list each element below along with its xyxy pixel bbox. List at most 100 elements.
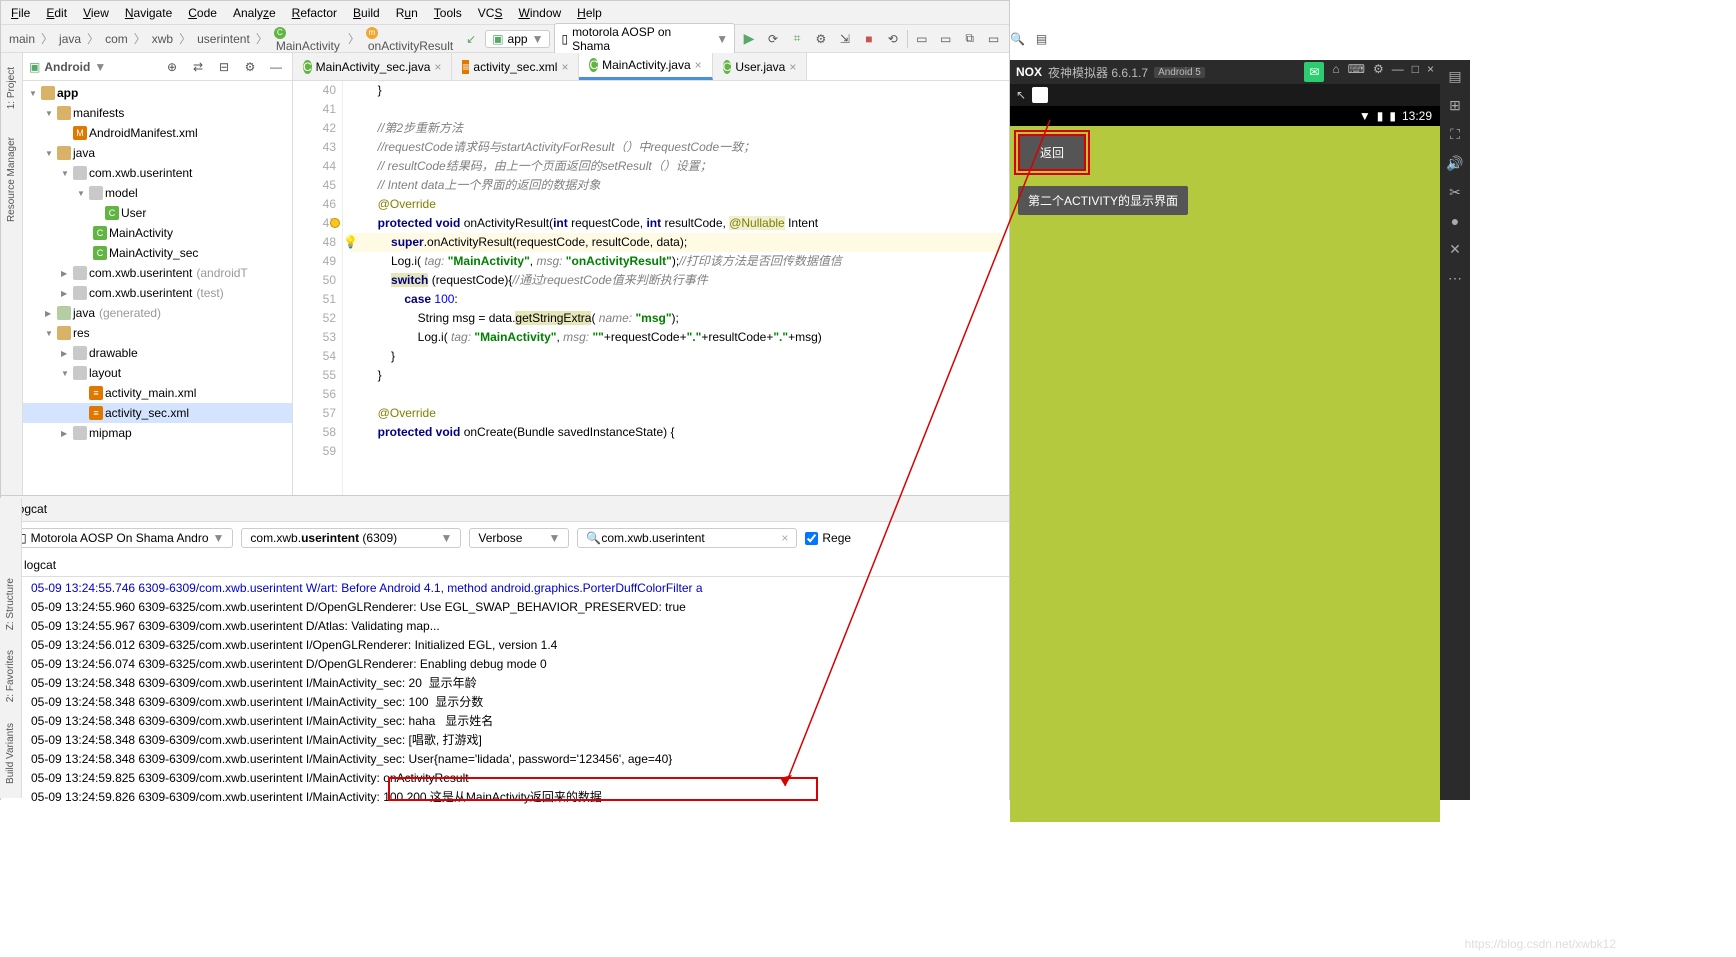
device-select[interactable]: ▯ motorola AOSP on Shama ▼: [554, 23, 735, 55]
tree-res[interactable]: ▼res: [23, 323, 292, 343]
tree-class-user[interactable]: CUser: [23, 203, 292, 223]
tree-app[interactable]: ▼app: [23, 83, 292, 103]
logcat-regex-checkbox[interactable]: Rege: [805, 531, 851, 545]
menu-file[interactable]: File: [7, 4, 34, 22]
make-button[interactable]: ↙: [461, 29, 481, 49]
tree-drawable[interactable]: ▶drawable: [23, 343, 292, 363]
run-button[interactable]: ▶: [739, 29, 759, 49]
settings-icon[interactable]: ⚙: [240, 57, 260, 77]
gutter[interactable]: 4041424344454647484950515253545556575859: [293, 81, 343, 495]
tool-structure[interactable]: Z: Structure: [5, 578, 16, 630]
bc-com[interactable]: com: [103, 32, 130, 46]
menu-view[interactable]: View: [79, 4, 113, 22]
menu-run[interactable]: Run: [392, 4, 422, 22]
bc-userintent[interactable]: userintent: [195, 32, 252, 46]
menu-help[interactable]: Help: [573, 4, 606, 22]
location-icon[interactable]: ⊞: [1449, 97, 1461, 114]
bc-method[interactable]: monActivityResult: [364, 24, 457, 53]
hide-icon[interactable]: —: [266, 57, 286, 77]
avd-button[interactable]: ▭: [912, 29, 932, 49]
logcat-process-select[interactable]: com.xwb.userintent (6309)▼: [241, 528, 461, 548]
screenshot-icon[interactable]: ✂: [1449, 184, 1461, 201]
minimize-icon[interactable]: —: [1392, 62, 1404, 82]
emulator-screen[interactable]: 返回 第二个ACTIVITY的显示界面: [1010, 126, 1440, 822]
tree-class-mainactivity[interactable]: CMainActivity: [23, 223, 292, 243]
bc-main[interactable]: main: [7, 32, 37, 46]
close-icon[interactable]: ×: [434, 60, 441, 74]
stop-button[interactable]: ■: [859, 29, 879, 49]
bc-xwb[interactable]: xwb: [150, 32, 175, 46]
tool-project[interactable]: 1: Project: [6, 63, 17, 113]
app-icon[interactable]: [1032, 87, 1048, 103]
tool-resource-manager[interactable]: Resource Manager: [6, 133, 17, 226]
code-content[interactable]: } //第2步重新方法 //requestCode请求码与startActivi…: [343, 81, 1009, 495]
close-icon[interactable]: ×: [695, 58, 702, 72]
volume-icon[interactable]: 🔊: [1446, 155, 1463, 172]
debug-button[interactable]: ⌗: [787, 29, 807, 49]
menu-build[interactable]: Build: [349, 4, 384, 22]
volume-up-icon[interactable]: ▤: [1448, 68, 1461, 85]
menu-vcs[interactable]: VCS: [474, 4, 507, 22]
project-tree[interactable]: ▼app ▼manifests MAndroidManifest.xml ▼ja…: [23, 81, 292, 495]
tree-class-mainactivity-sec[interactable]: CMainActivity_sec: [23, 243, 292, 263]
collapse-all-icon[interactable]: ⊟: [214, 57, 234, 77]
return-button[interactable]: 返回: [1018, 134, 1086, 171]
menu-refactor[interactable]: Refactor: [288, 4, 341, 22]
expand-all-icon[interactable]: ⇄: [188, 57, 208, 77]
menu-tools[interactable]: Tools: [430, 4, 466, 22]
menu-navigate[interactable]: Navigate: [121, 4, 176, 22]
logcat-device-select[interactable]: ▯Motorola AOSP On Shama Andro▼: [11, 528, 233, 548]
close-icon[interactable]: ×: [561, 60, 568, 74]
message-icon[interactable]: ✉: [1304, 62, 1324, 82]
tab-user[interactable]: CUser.java×: [713, 53, 808, 80]
tab-activity-sec-xml[interactable]: ≡activity_sec.xml×: [452, 53, 579, 80]
tree-manifests[interactable]: ▼manifests: [23, 103, 292, 123]
menu-analyze[interactable]: Analyze: [229, 4, 280, 22]
tree-mipmap[interactable]: ▶mipmap: [23, 423, 292, 443]
logcat-tab-label[interactable]: logcat: [24, 558, 56, 572]
sync-button[interactable]: ⟲: [883, 29, 903, 49]
layout-inspector-button[interactable]: ⧉: [960, 29, 980, 49]
close-icon[interactable]: ×: [789, 60, 796, 74]
keyboard-icon[interactable]: ⌨: [1348, 62, 1365, 82]
fullscreen-icon[interactable]: ⛶: [1450, 126, 1460, 143]
select-opened-file-icon[interactable]: ⊕: [162, 57, 182, 77]
home-icon[interactable]: ⌂: [1332, 62, 1339, 82]
settings-icon[interactable]: ⚙: [1373, 62, 1384, 82]
apply-changes-button[interactable]: ⟳: [763, 29, 783, 49]
cursor-icon[interactable]: ↖: [1016, 88, 1026, 102]
project-view-select[interactable]: Android: [44, 60, 90, 74]
tree-pkg-userintent[interactable]: ▼com.xwb.userintent: [23, 163, 292, 183]
tree-java[interactable]: ▼java: [23, 143, 292, 163]
logcat-level-select[interactable]: Verbose▼: [469, 528, 569, 548]
shake-icon[interactable]: ✕: [1449, 241, 1461, 258]
menu-code[interactable]: Code: [184, 4, 221, 22]
menu-window[interactable]: Window: [514, 4, 565, 22]
logcat-output[interactable]: 05-09 13:24:55.746 6309-6309/com.xwb.use…: [31, 577, 1009, 866]
bc-class[interactable]: CMainActivity: [272, 24, 344, 53]
more-icon[interactable]: ⋯: [1448, 270, 1462, 287]
maximize-icon[interactable]: □: [1412, 62, 1419, 82]
tree-pkg-model[interactable]: ▼model: [23, 183, 292, 203]
attach-button[interactable]: ⇲: [835, 29, 855, 49]
tree-activity-main-xml[interactable]: ≡activity_main.xml: [23, 383, 292, 403]
bc-java[interactable]: java: [57, 32, 83, 46]
tool-favorites[interactable]: 2: Favorites: [5, 650, 16, 702]
tab-mainactivity-sec[interactable]: CMainActivity_sec.java×: [293, 53, 452, 80]
run-config-select[interactable]: ▣ app ▼: [485, 30, 550, 48]
close-icon[interactable]: ×: [1427, 62, 1434, 82]
tree-androidmanifest[interactable]: MAndroidManifest.xml: [23, 123, 292, 143]
resource-button[interactable]: ▭: [984, 29, 1004, 49]
menu-edit[interactable]: Edit: [42, 4, 71, 22]
tree-activity-sec-xml[interactable]: ≡activity_sec.xml: [23, 403, 292, 423]
tree-java-generated[interactable]: ▶java(generated): [23, 303, 292, 323]
profile-button[interactable]: ⚙: [811, 29, 831, 49]
tree-layout[interactable]: ▼layout: [23, 363, 292, 383]
tool-build-variants[interactable]: Build Variants: [5, 723, 16, 784]
sdk-button[interactable]: ▭: [936, 29, 956, 49]
tree-pkg-test[interactable]: ▶com.xwb.userintent(test): [23, 283, 292, 303]
tree-pkg-androidtest[interactable]: ▶com.xwb.userintent(androidT: [23, 263, 292, 283]
record-icon[interactable]: ●: [1451, 213, 1459, 229]
logcat-filter-input[interactable]: 🔍 com.xwb.userintent×: [577, 528, 797, 548]
structure-button[interactable]: ▤: [1032, 29, 1052, 49]
